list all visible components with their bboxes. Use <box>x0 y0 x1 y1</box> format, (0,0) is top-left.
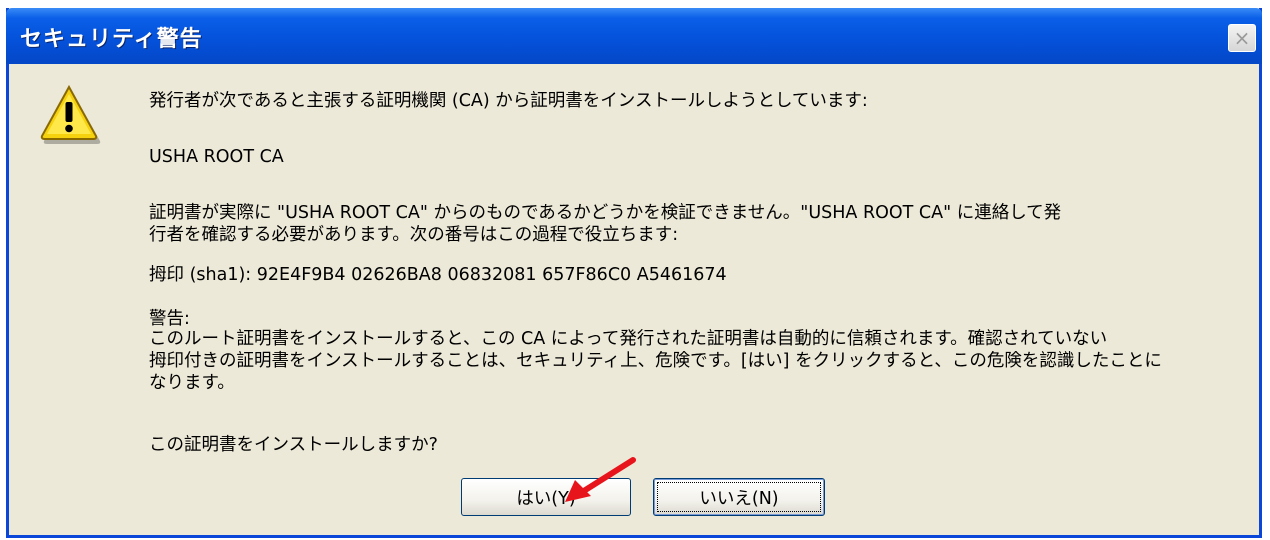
intro-text: 発行者が次であると主張する証明機関 (CA) から証明書をインストールしようとし… <box>149 91 868 111</box>
warning-body-text: このルート証明書をインストールすると、この CA によって発行された証明書は自動… <box>149 329 1162 393</box>
title-bar[interactable]: セキュリティ警告 × <box>6 8 1262 64</box>
dialog-content: 発行者が次であると主張する証明機関 (CA) から証明書をインストールしようとし… <box>9 64 1259 538</box>
focus-ring <box>657 482 821 512</box>
ca-name-text: USHA ROOT CA <box>149 147 284 167</box>
verify-text: 証明書が実際に "USHA ROOT CA" からのものであるかどうかを検証でき… <box>149 203 1062 245</box>
security-warning-dialog: セキュリティ警告 × 発行者が次であると主張する証明機関 (CA) から証明書を… <box>6 8 1262 538</box>
no-button[interactable]: いいえ(N) <box>653 478 825 516</box>
close-button[interactable]: × <box>1228 24 1256 52</box>
warning-triangle-icon <box>40 84 101 144</box>
install-question-text: この証明書をインストールしますか? <box>149 435 438 455</box>
thumbprint-text: 拇印 (sha1): 92E4F9B4 02626BA8 06832081 65… <box>149 265 727 285</box>
warning-heading: 警告: <box>149 309 190 329</box>
dialog-title: セキュリティ警告 <box>20 27 203 52</box>
red-arrow-icon <box>565 457 636 502</box>
close-icon: × <box>1233 26 1251 50</box>
